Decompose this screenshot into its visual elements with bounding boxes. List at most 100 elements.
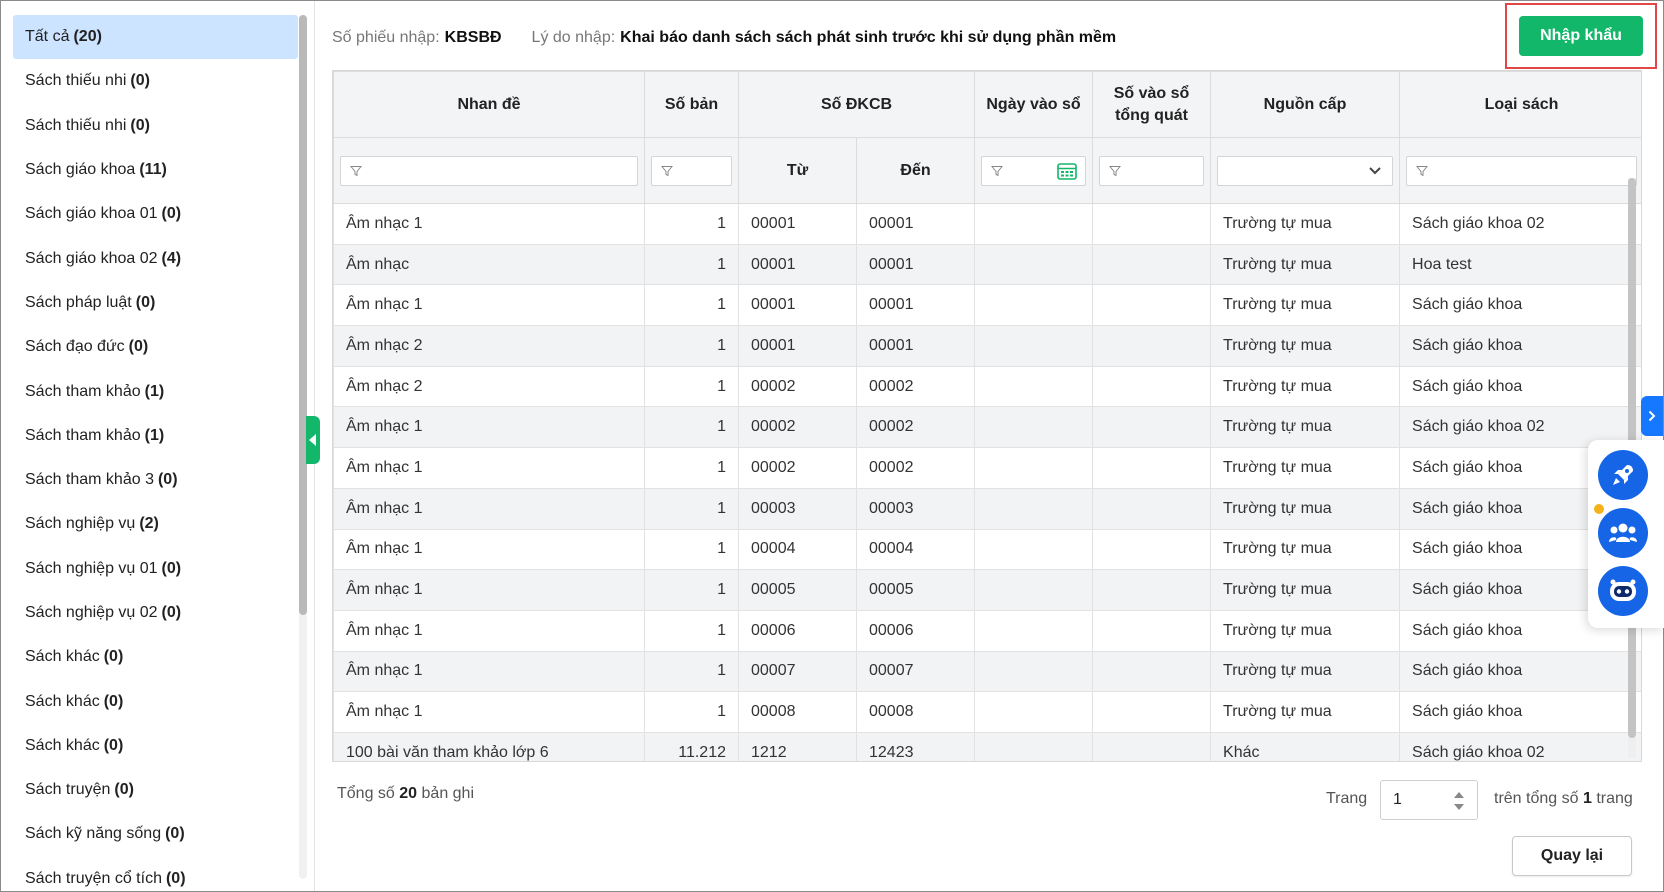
sidebar-item-label: Sách tham khảo xyxy=(25,426,141,444)
sidebar-item[interactable]: Tất cả (20) xyxy=(13,15,298,60)
record-total-count: 20 xyxy=(399,785,418,802)
filter-input-entry-date[interactable] xyxy=(981,155,1087,186)
sidebar-item[interactable]: Sách truyện cổ tích (0) xyxy=(13,857,298,891)
table-cell xyxy=(974,691,1094,733)
table-cell: 1 xyxy=(644,406,739,449)
rocket-widget-button[interactable] xyxy=(1598,450,1648,500)
table-cell: 00005 xyxy=(855,569,976,611)
table-cell: Âm nhạc 1 xyxy=(333,569,645,611)
back-button[interactable]: Quay lại xyxy=(1512,836,1632,876)
community-widget-button[interactable] xyxy=(1598,508,1648,558)
sidebar-item[interactable]: Sách pháp luật (0) xyxy=(13,281,298,325)
sidebar-item[interactable]: Sách giáo khoa (11) xyxy=(13,148,298,192)
sidebar-item[interactable]: Sách kỹ năng sống (0) xyxy=(13,812,298,856)
table-row[interactable]: Âm nhạc 1 1 00003 00003 Trường tự mua Sách gi… xyxy=(333,487,1641,530)
table-row[interactable]: Âm nhạc 1 1 00008 00008 Trường tự mua Sách gi… xyxy=(333,691,1641,733)
table-cell: 00002 xyxy=(738,365,857,408)
sidebar-item[interactable]: Sách tham khảo (1) xyxy=(13,414,298,458)
table-row[interactable]: 100 bài văn tham khảo lớp 6 11.212 1212 124… xyxy=(333,731,1641,761)
receipt-number-label: Số phiếu nhập: xyxy=(332,29,440,46)
sidebar-item-label: Sách khác xyxy=(25,692,100,710)
table-cell xyxy=(1092,203,1212,245)
sidebar-item[interactable]: Sách thiếu nhi (0) xyxy=(13,59,298,103)
funnel-icon xyxy=(350,165,362,176)
table-row[interactable]: Âm nhạc 1 1 00001 00001 Trường tự mua Sách gi… xyxy=(333,284,1641,327)
sidebar-item-label: Sách nghiệp vụ 01 xyxy=(25,559,158,577)
sidebar-item[interactable]: Sách khác (0) xyxy=(13,635,298,679)
table-cell: 00008 xyxy=(855,691,976,733)
table-cell: Âm nhạc 1 xyxy=(333,487,645,530)
table-cell: Âm nhạc 1 xyxy=(333,528,645,571)
table-cell: 1 xyxy=(644,650,739,693)
sidebar-item[interactable]: Sách nghiệp vụ 01 (0) xyxy=(13,547,298,591)
sidebar-item[interactable]: Sách nghiệp vụ 02 (0) xyxy=(13,591,298,635)
page-stepper-icon[interactable] xyxy=(1453,790,1465,812)
sidebar-item-label: Sách tham khảo xyxy=(25,382,141,400)
table-row[interactable]: Âm nhạc 1 1 00006 00006 Trường tự mua Sách gi… xyxy=(333,609,1641,652)
table-cell: Trường tự mua xyxy=(1210,325,1401,367)
table-row[interactable]: Âm nhạc 1 1 00001 00001 Trường tự mua Sách gi… xyxy=(333,203,1641,245)
table-row[interactable]: Âm nhạc 1 00001 00001 Trường tự mua Hoa test xyxy=(333,243,1641,286)
table-cell xyxy=(1092,284,1212,327)
table-cell: 11.212 xyxy=(644,731,739,761)
table-cell: Âm nhạc 2 xyxy=(333,365,645,408)
receipt-number-value: KBSBĐ xyxy=(444,29,502,46)
table-row[interactable]: Âm nhạc 1 1 00002 00002 Trường tự mua Sách gi… xyxy=(333,447,1641,489)
table-cell xyxy=(1092,731,1212,761)
filter-input-general-book[interactable] xyxy=(1099,155,1205,186)
right-panel-toggle[interactable] xyxy=(1641,396,1663,436)
table-cell: 00001 xyxy=(855,243,976,286)
table-cell: Trường tự mua xyxy=(1210,243,1401,286)
table-cell: 100 bài văn tham khảo lớp 6 xyxy=(333,731,645,761)
page-total-prefix: trên tổng số xyxy=(1494,790,1579,807)
page-label: Trang xyxy=(1326,790,1368,807)
sidebar-item[interactable]: Sách khác (0) xyxy=(13,679,298,723)
sidebar-item-label: Sách thiếu nhi xyxy=(25,72,127,90)
table-cell: 1 xyxy=(644,528,739,571)
table-cell: Âm nhạc 1 xyxy=(333,406,645,449)
table-cell: 00001 xyxy=(738,203,857,245)
table-row[interactable]: Âm nhạc 1 1 00007 00007 Trường tự mua Sách gi… xyxy=(333,650,1641,693)
sidebar-collapse-toggle[interactable] xyxy=(306,416,320,464)
calendar-icon[interactable] xyxy=(1057,162,1077,180)
filter-cell-entry-date xyxy=(974,137,1094,204)
sidebar-item[interactable]: Sách tham khảo (1) xyxy=(13,369,298,413)
filter-input-book-type[interactable] xyxy=(1406,155,1638,186)
robot-widget-button[interactable] xyxy=(1598,566,1648,616)
table-cell: 1 xyxy=(644,487,739,530)
sidebar-item-label: Sách tham khảo 3 xyxy=(25,471,154,489)
table-cell xyxy=(974,487,1094,530)
sidebar-item[interactable]: Sách thiếu nhi (0) xyxy=(13,104,298,148)
table-cell xyxy=(1092,650,1212,693)
table-row[interactable]: Âm nhạc 2 1 00001 00001 Trường tự mua Sách gi… xyxy=(333,325,1641,367)
funnel-icon xyxy=(661,165,673,176)
notification-dot xyxy=(1592,502,1606,516)
import-button[interactable]: Nhập khẩu xyxy=(1519,16,1643,56)
filter-select-source[interactable] xyxy=(1217,155,1394,186)
table-cell: Trường tự mua xyxy=(1210,528,1401,571)
sidebar-item[interactable]: Sách truyện (0) xyxy=(13,768,298,812)
sidebar-item-label: Sách nghiệp vụ xyxy=(25,515,136,533)
sidebar-item-count: (0) xyxy=(128,338,149,356)
sidebar-item[interactable]: Sách khác (0) xyxy=(13,724,298,768)
filter-input-title[interactable] xyxy=(340,155,638,186)
table-row[interactable]: Âm nhạc 1 1 00004 00004 Trường tự mua Sách gi… xyxy=(333,528,1641,571)
table-row[interactable]: Âm nhạc 2 1 00002 00002 Trường tự mua Sách gi… xyxy=(333,365,1641,408)
column-header-source: Nguồn cấp xyxy=(1210,71,1401,138)
sidebar-item[interactable]: Sách nghiệp vụ (2) xyxy=(13,502,298,546)
sidebar-item[interactable]: Sách giáo khoa 01 (0) xyxy=(13,192,298,236)
book-table-container: Nhan đề Số bản Số ĐKCB Ngày vào sổ Số và… xyxy=(332,70,1642,762)
table-row[interactable]: Âm nhạc 1 1 00005 00005 Trường tự mua Sách gi… xyxy=(333,569,1641,611)
table-cell: 1 xyxy=(644,243,739,286)
table-cell xyxy=(974,650,1094,693)
sidebar-item-label: Sách đạo đức xyxy=(25,338,125,356)
sidebar-item[interactable]: Sách tham khảo 3 (0) xyxy=(13,458,298,502)
filter-input-copies[interactable] xyxy=(651,155,732,186)
sidebar-scroll-thumb[interactable] xyxy=(299,15,307,615)
sidebar-item[interactable]: Sách đạo đức (0) xyxy=(13,325,298,369)
table-row[interactable]: Âm nhạc 1 1 00002 00002 Trường tự mua Sách gi… xyxy=(333,406,1641,449)
sidebar-item-label: Sách thiếu nhi xyxy=(25,116,127,134)
filter-cell-title xyxy=(333,137,645,204)
table-cell: Sách giáo khoa xyxy=(1399,325,1641,367)
sidebar-item[interactable]: Sách giáo khoa 02 (4) xyxy=(13,236,298,280)
